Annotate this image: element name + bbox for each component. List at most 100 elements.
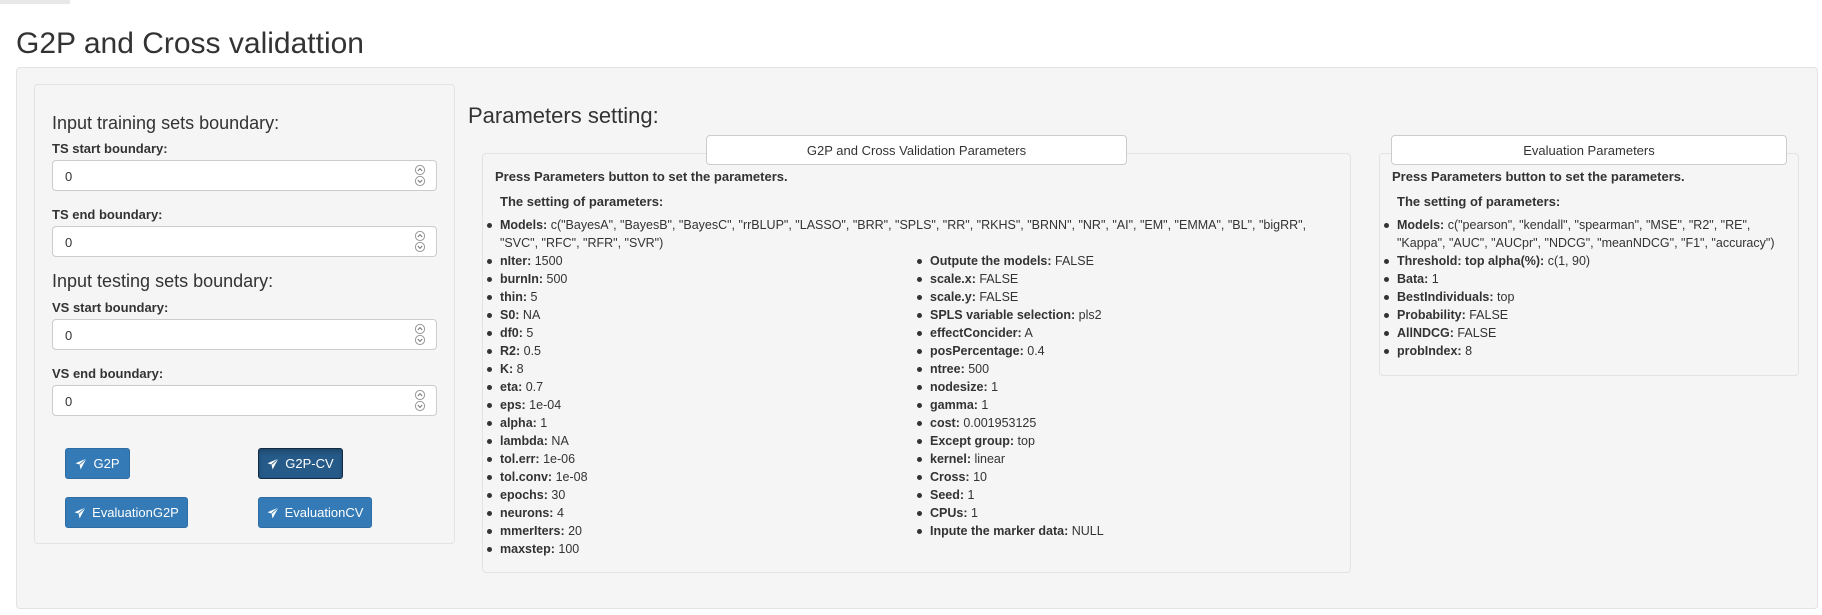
param-item: K: 8 xyxy=(486,360,906,378)
ts-start-label: TS start boundary: xyxy=(52,141,168,156)
testing-heading: Input testing sets boundary: xyxy=(52,271,274,291)
g2p-setting-heading: The setting of parameters: xyxy=(500,194,664,209)
param-item: Except group: top xyxy=(916,432,1336,450)
ts-end-input[interactable]: 0 xyxy=(52,226,437,257)
param-key: Inpute the marker data: xyxy=(930,524,1069,538)
evaluation-cv-button[interactable]: EvaluationCV xyxy=(258,497,372,528)
param-key: SPLS variable selection: xyxy=(930,308,1076,322)
param-item: eta: 0.7 xyxy=(486,378,906,396)
param-item: cost: 0.001953125 xyxy=(916,414,1336,432)
param-value: NULL xyxy=(1068,524,1104,538)
training-heading: Input training sets boundary: xyxy=(52,113,280,133)
paper-plane-icon xyxy=(267,506,279,518)
param-item-models: Models: c("BayesA", "BayesB", "BayesC", … xyxy=(486,216,1326,252)
param-value: 5 xyxy=(522,326,534,340)
param-key: Threshold: top alpha(%): xyxy=(1397,254,1545,268)
param-item: burnIn: 500 xyxy=(486,270,906,288)
spinner-arrows-icon[interactable] xyxy=(414,389,426,412)
param-key: K: xyxy=(500,362,514,376)
param-key: lambda: xyxy=(500,434,548,448)
param-value: 8 xyxy=(513,362,524,376)
vs-start-label: VS start boundary: xyxy=(52,300,169,315)
ts-start-value: 0 xyxy=(65,169,73,184)
param-item: nIter: 1500 xyxy=(486,252,906,270)
param-item: SPLS variable selection: pls2 xyxy=(916,306,1336,324)
param-item: mmerIters: 20 xyxy=(486,522,906,540)
param-key: alpha: xyxy=(500,416,537,430)
vs-end-label: VS end boundary: xyxy=(52,366,164,381)
param-item: gamma: 1 xyxy=(916,396,1336,414)
g2p-press-hint: Press Parameters button to set the param… xyxy=(495,169,788,184)
param-key: ntree: xyxy=(930,362,965,376)
param-value: c(1, 90) xyxy=(1544,254,1591,268)
param-item: kernel: linear xyxy=(916,450,1336,468)
param-key: R2: xyxy=(500,344,521,358)
param-value: 500 xyxy=(543,272,568,286)
parameters-setting-title: Parameters setting: xyxy=(468,103,659,128)
param-value: 1 xyxy=(964,488,975,502)
param-item: Inpute the marker data: NULL xyxy=(916,522,1336,540)
param-item: Probability: FALSE xyxy=(1383,306,1778,324)
evaluation-g2p-button[interactable]: EvaluationG2P xyxy=(65,497,188,528)
param-value: 1e-06 xyxy=(539,452,576,466)
param-value: FALSE xyxy=(975,272,1019,286)
vs-start-value: 0 xyxy=(65,328,73,343)
param-value: 0.5 xyxy=(520,344,542,358)
param-item: CPUs: 1 xyxy=(916,504,1336,522)
param-item: Models: c("pearson", "kendall", "spearma… xyxy=(1383,216,1778,252)
param-value: 20 xyxy=(564,524,583,538)
param-key: scale.x: xyxy=(930,272,976,286)
param-key: Bata: xyxy=(1397,272,1429,286)
param-item: tol.err: 1e-06 xyxy=(486,450,906,468)
g2pcv-button-label: G2P-CV xyxy=(285,456,334,471)
eval-setting-heading: The setting of parameters: xyxy=(1397,194,1561,209)
param-value: 1500 xyxy=(531,254,563,268)
param-value: FALSE xyxy=(975,290,1019,304)
param-value: pls2 xyxy=(1075,308,1102,322)
vs-end-input[interactable]: 0 xyxy=(52,385,437,416)
param-item: nodesize: 1 xyxy=(916,378,1336,396)
param-value: linear xyxy=(971,452,1006,466)
param-key: epochs: xyxy=(500,488,548,502)
param-value: FALSE xyxy=(1465,308,1509,322)
ts-start-input[interactable]: 0 xyxy=(52,160,437,191)
param-value: 8 xyxy=(1461,344,1473,358)
spinner-arrows-icon[interactable] xyxy=(414,164,426,187)
param-value: 1e-04 xyxy=(525,398,562,412)
param-value: 5 xyxy=(527,290,538,304)
param-key: tol.err: xyxy=(500,452,540,466)
param-value: 100 xyxy=(554,542,580,556)
param-item: tol.conv: 1e-08 xyxy=(486,468,906,486)
param-item: scale.x: FALSE xyxy=(916,270,1336,288)
param-item: BestIndividuals: top xyxy=(1383,288,1778,306)
g2p-button[interactable]: G2P xyxy=(65,448,130,479)
param-item: R2: 0.5 xyxy=(486,342,906,360)
param-item: S0: NA xyxy=(486,306,906,324)
param-item: AllNDCG: FALSE xyxy=(1383,324,1778,342)
evaluation-parameters-button[interactable]: Evaluation Parameters xyxy=(1391,135,1787,165)
vs-start-input[interactable]: 0 xyxy=(52,319,437,350)
param-key: thin: xyxy=(500,290,528,304)
param-key: S0: xyxy=(500,308,520,322)
g2pcv-button[interactable]: G2P-CV xyxy=(258,448,343,479)
param-key: burnIn: xyxy=(500,272,544,286)
param-value: 1 xyxy=(967,506,978,520)
spinner-arrows-icon[interactable] xyxy=(414,230,426,253)
paper-plane-icon xyxy=(267,457,280,469)
param-value: A xyxy=(1021,326,1033,340)
param-key: nodesize: xyxy=(930,380,988,394)
g2p-cv-parameters-button[interactable]: G2P and Cross Validation Parameters xyxy=(706,135,1127,165)
param-item: scale.y: FALSE xyxy=(916,288,1336,306)
param-key: mmerIters: xyxy=(500,524,565,538)
vs-end-value: 0 xyxy=(65,394,73,409)
ts-end-label: TS end boundary: xyxy=(52,207,163,222)
param-key: effectConcider: xyxy=(930,326,1022,340)
evaluation-g2p-button-label: EvaluationG2P xyxy=(92,505,179,520)
param-item: Cross: 10 xyxy=(916,468,1336,486)
param-value: FALSE xyxy=(1051,254,1094,268)
paper-plane-icon xyxy=(74,506,86,518)
spinner-arrows-icon[interactable] xyxy=(414,323,426,346)
param-item: Seed: 1 xyxy=(916,486,1336,504)
param-value: 1 xyxy=(987,380,999,394)
param-item: Bata: 1 xyxy=(1383,270,1778,288)
